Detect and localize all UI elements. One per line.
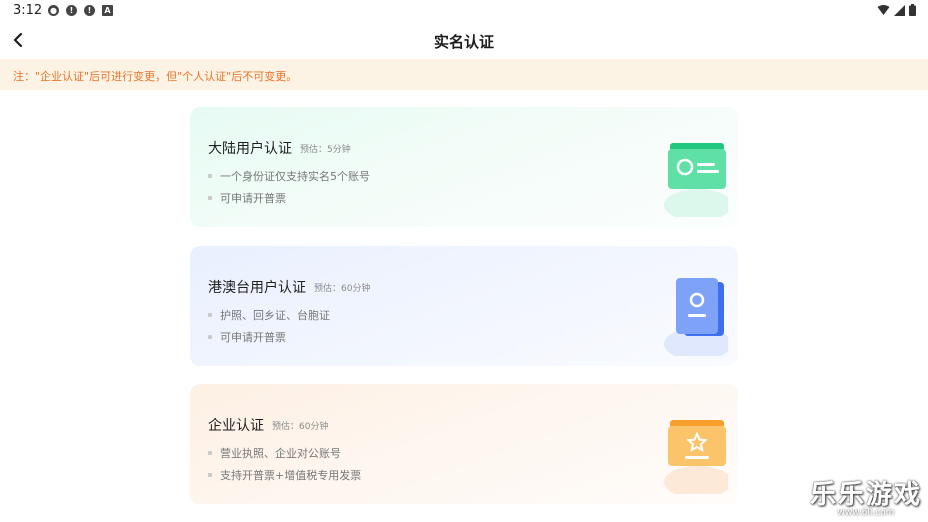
passport-icon <box>664 278 728 356</box>
card-bullet: 可申请开普票 <box>208 190 286 206</box>
status-bar: 3:12 ● ! ! A <box>0 0 928 22</box>
notice-banner: 注："企业认证"后可进行变更，但"个人认证"后不可变更。 <box>0 59 928 90</box>
watermark-logo: 乐乐游戏 www.6ll.com <box>810 474 922 518</box>
page-title: 实名认证 <box>433 33 494 51</box>
mainland-verification-card[interactable]: 大陆用户认证 预估：5分钟 一个身份证仅支持实名5个账号 可申请开普票 <box>190 107 738 227</box>
status-system-icons <box>877 4 916 16</box>
card-bullet: 护照、回乡证、台胞证 <box>208 307 330 323</box>
card-estimate: 预估：5分钟 <box>300 145 351 155</box>
notification-icon: ● <box>48 5 59 16</box>
card-title: 大陆用户认证 <box>208 141 292 157</box>
id-card-icon <box>664 143 728 217</box>
card-bullet: 营业执照、企业对公账号 <box>208 445 341 461</box>
a-icon: A <box>102 5 113 16</box>
card-title: 企业认证 <box>208 418 264 434</box>
card-title: 港澳台用户认证 <box>208 280 306 296</box>
card-estimate: 预估：60分钟 <box>314 284 371 294</box>
status-time: 3:12 <box>13 3 43 18</box>
alert-icon: ! <box>66 5 77 16</box>
status-notification-icons: ● ! ! A <box>48 5 113 16</box>
hk-macao-taiwan-verification-card[interactable]: 港澳台用户认证 预估：60分钟 护照、回乡证、台胞证 可申请开普票 <box>190 246 738 366</box>
enterprise-star-icon <box>664 420 728 494</box>
card-bullet: 一个身份证仅支持实名5个账号 <box>208 168 370 184</box>
notice-text: 注："企业认证"后可进行变更，但"个人认证"后不可变更。 <box>13 70 298 83</box>
enterprise-verification-card[interactable]: 企业认证 预估：60分钟 营业执照、企业对公账号 支持开普票+增值税专用发票 <box>190 384 738 504</box>
app-bar: 实名认证 <box>0 22 928 59</box>
card-bullet: 支持开普票+增值税专用发票 <box>208 467 361 483</box>
battery-icon <box>909 4 916 16</box>
signal-icon <box>894 4 905 16</box>
wifi-icon <box>877 4 890 15</box>
watermark-text: 乐乐游戏 <box>809 480 922 510</box>
card-estimate: 预估：60分钟 <box>272 422 329 432</box>
alert-icon: ! <box>84 5 95 16</box>
card-bullet: 可申请开普票 <box>208 329 286 345</box>
